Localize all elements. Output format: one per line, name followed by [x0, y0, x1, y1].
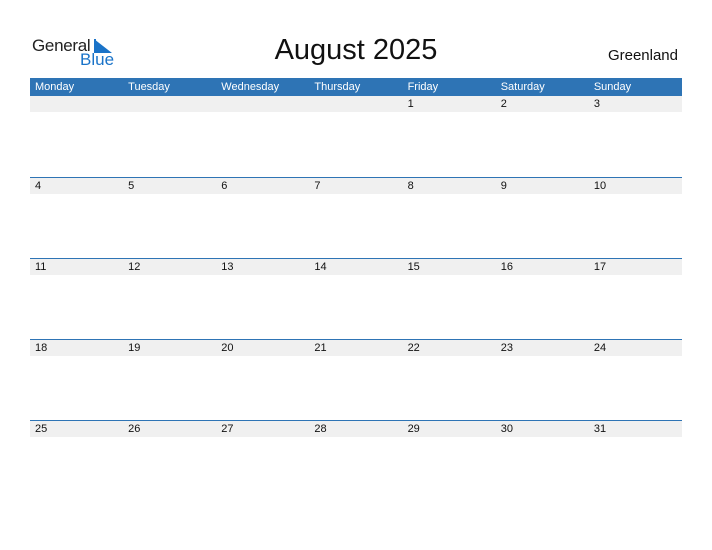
day-number: 20 [221, 342, 234, 354]
date-bar: 25 26 27 28 29 30 31 [30, 421, 682, 437]
week-row: 4 5 6 7 8 9 10 [30, 177, 682, 258]
day-number: 28 [314, 423, 327, 435]
day-number: 17 [593, 261, 607, 273]
day-number: 7 [314, 180, 321, 192]
day-number [123, 96, 216, 112]
day-number: 11 [35, 261, 47, 273]
day-number: 3 [593, 98, 600, 110]
region-label: Greenland [607, 47, 678, 64]
date-bar: 11 12 13 14 15 16 17 [30, 259, 682, 275]
day-number: 31 [593, 423, 607, 435]
day-number: 18 [35, 342, 48, 354]
day-number: 14 [314, 261, 327, 273]
weekday-header: Monday Tuesday Wednesday Thursday Friday… [30, 78, 682, 96]
week-row: 18 19 20 21 22 23 24 [30, 339, 682, 420]
day-number: 21 [314, 342, 327, 354]
day-number [216, 96, 309, 112]
calendar-grid: Monday Tuesday Wednesday Thursday Friday… [30, 78, 682, 501]
weekday-friday: Friday [407, 81, 439, 93]
day-number: 1 [407, 98, 414, 110]
weekday-saturday: Saturday [500, 81, 545, 93]
day-number: 5 [128, 180, 135, 192]
day-number: 10 [593, 180, 607, 192]
day-number: 26 [128, 423, 141, 435]
day-number: 12 [128, 261, 141, 273]
weekday-wednesday: Wednesday [221, 81, 280, 93]
week-row: 11 12 13 14 15 16 17 [30, 258, 682, 339]
day-number: 24 [593, 342, 607, 354]
weekday-thursday: Thursday [314, 81, 361, 93]
date-bar: 1 2 3 [30, 96, 682, 112]
day-number: 23 [500, 342, 513, 354]
day-number: 4 [35, 180, 42, 192]
day-number: 9 [500, 180, 507, 192]
day-number [309, 96, 402, 112]
day-number [30, 96, 123, 112]
day-number: 30 [500, 423, 513, 435]
day-number: 15 [407, 261, 420, 273]
day-number: 2 [500, 98, 507, 110]
day-number: 25 [35, 423, 48, 435]
week-row: 25 26 27 28 29 30 31 [30, 420, 682, 501]
day-number: 8 [407, 180, 414, 192]
day-number: 22 [407, 342, 420, 354]
day-number: 19 [128, 342, 141, 354]
calendar-title: August 2025 [274, 34, 438, 66]
day-number: 16 [500, 261, 513, 273]
weekday-monday: Monday [35, 81, 75, 93]
week-row: 1 2 3 [30, 96, 682, 177]
day-number: 6 [221, 180, 228, 192]
weekday-sunday: Sunday [593, 81, 632, 93]
weekday-tuesday: Tuesday [128, 81, 170, 93]
day-number: 29 [407, 423, 420, 435]
day-number: 27 [221, 423, 234, 435]
day-number: 13 [221, 261, 234, 273]
date-bar: 18 19 20 21 22 23 24 [30, 340, 682, 356]
date-bar: 4 5 6 7 8 9 10 [30, 178, 682, 194]
